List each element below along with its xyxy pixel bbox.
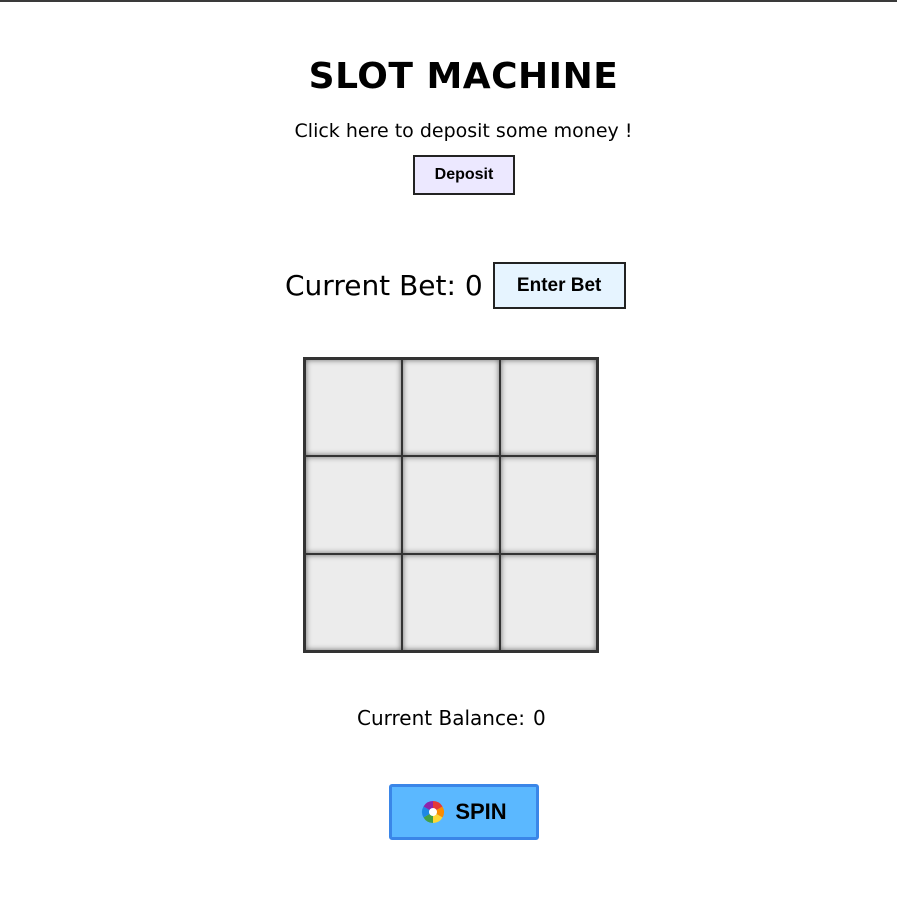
current-bet-text: Current Bet:	[285, 269, 456, 302]
page-title: SLOT MACHINE	[308, 56, 619, 97]
reel-cell	[306, 554, 402, 650]
reel-cell	[403, 360, 499, 456]
spin-label: SPIN	[455, 799, 507, 824]
reel-cell	[306, 457, 402, 553]
current-bet-label: Current Bet: 0	[285, 269, 483, 302]
slot-machine-page: SLOT MACHINE Click here to deposit some …	[0, 0, 897, 897]
reel-cell	[403, 457, 499, 553]
current-balance-label: Current Balance:	[357, 706, 525, 730]
deposit-prompt: Click here to deposit some money !	[294, 120, 633, 142]
reel-cell	[500, 360, 596, 456]
deposit-button[interactable]: Deposit	[413, 155, 515, 195]
reel-cell	[306, 360, 402, 456]
reel-cell	[403, 554, 499, 650]
current-balance-value: 0	[532, 706, 546, 730]
enter-bet-button[interactable]: Enter Bet	[492, 262, 626, 309]
top-divider	[0, 0, 897, 2]
reel-grid	[303, 357, 599, 653]
spin-button[interactable]: SPIN	[389, 784, 539, 840]
reel-cell	[500, 457, 596, 553]
current-bet-value: 0	[464, 269, 483, 302]
reel-cell	[500, 554, 596, 650]
current-balance: Current Balance: 0	[357, 706, 546, 730]
color-wheel-icon	[422, 801, 445, 823]
bet-row: Current Bet: 0 Enter Bet	[285, 262, 626, 309]
